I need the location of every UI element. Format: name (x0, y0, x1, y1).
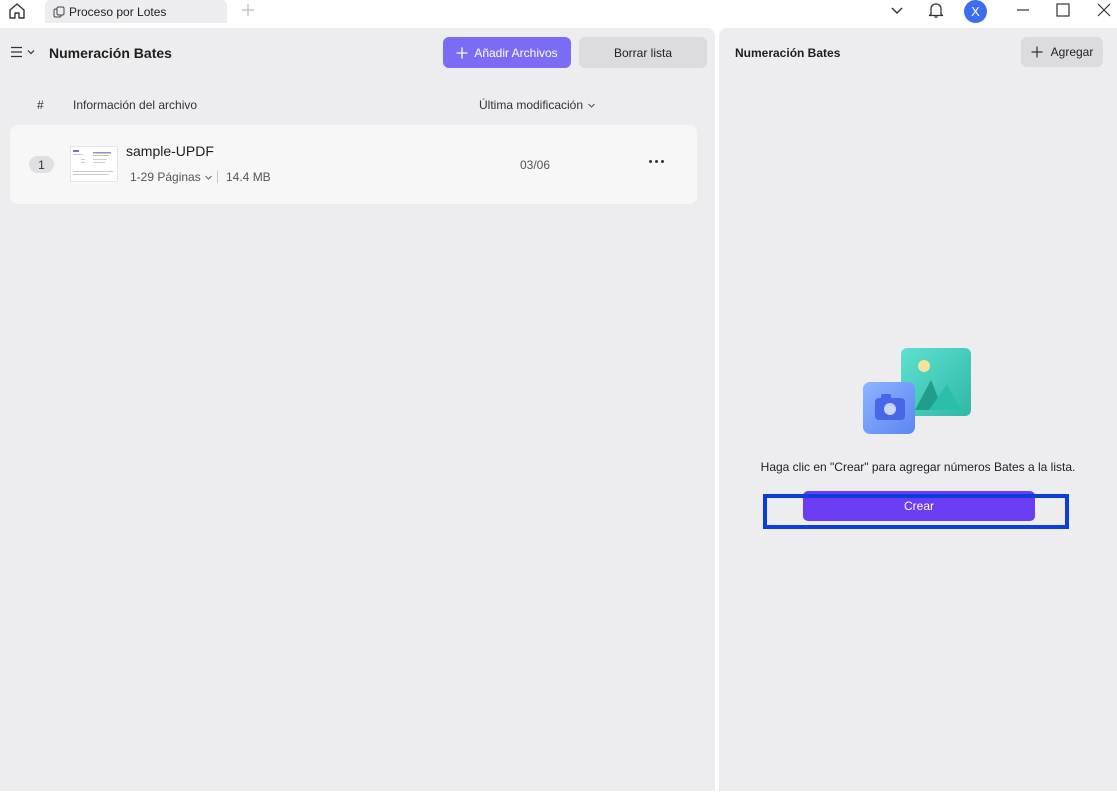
file-thumbnail (70, 146, 118, 182)
column-header-index: # (37, 98, 44, 112)
new-tab-button[interactable] (239, 1, 257, 19)
dropdown-button[interactable] (886, 0, 908, 20)
panel-title: Numeración Bates (735, 46, 841, 60)
create-label: Crear (903, 499, 934, 513)
add-files-label: Añadir Archivos (474, 45, 558, 60)
add-files-button[interactable]: Añadir Archivos (443, 37, 571, 68)
more-dot-icon (654, 159, 658, 163)
home-button[interactable] (6, 1, 28, 21)
title-bar: Proceso por Lotes X (0, 0, 1117, 28)
tab-label: Proceso por Lotes (69, 4, 167, 19)
clear-list-label: Borrar lista (613, 45, 672, 60)
menu-button[interactable] (10, 45, 36, 59)
more-options-button[interactable] (646, 155, 666, 167)
file-name: sample-UPDF (126, 143, 214, 159)
plus-icon (456, 47, 468, 58)
table-row[interactable]: 1 sample-UPDF 1-29 Páginas 14.4 MB 03/06 (10, 125, 697, 204)
create-button[interactable]: Crear (803, 491, 1035, 521)
minimize-icon (1017, 9, 1029, 11)
notifications-button[interactable] (925, 0, 947, 20)
file-size: 14.4 MB (226, 170, 271, 184)
page-range-dropdown[interactable]: 1-29 Páginas (130, 170, 213, 184)
add-bates-label: Agregar (1050, 45, 1094, 59)
row-index: 1 (29, 156, 54, 173)
avatar[interactable]: X (964, 0, 987, 23)
clear-list-button[interactable]: Borrar lista (579, 37, 707, 68)
image-gallery-icon (863, 348, 971, 434)
minimize-button[interactable] (1012, 0, 1034, 20)
divider (217, 171, 218, 183)
column-header-modified-label: Última modificación (479, 98, 584, 112)
more-dot-icon (648, 159, 652, 163)
bell-icon (928, 3, 944, 18)
maximize-icon (1056, 3, 1070, 17)
add-bates-button[interactable]: Agregar (1021, 37, 1103, 67)
page-range-label: 1-29 Páginas (130, 170, 201, 184)
maximize-button[interactable] (1052, 0, 1074, 20)
bottom-edge (0, 791, 1117, 796)
chevron-down-icon (204, 175, 212, 180)
more-dot-icon (660, 159, 664, 163)
batch-icon (53, 6, 65, 18)
bates-settings-panel: Numeración Bates Agregar Haga clic en "C… (719, 28, 1117, 791)
chevron-down-icon (27, 50, 35, 55)
home-icon (9, 3, 25, 19)
tab-batch-process[interactable]: Proceso por Lotes (45, 0, 227, 23)
column-header-modified[interactable]: Última modificación (479, 98, 596, 112)
menu-icon (11, 46, 22, 58)
column-header-info: Información del archivo (73, 98, 198, 112)
page-title: Numeración Bates (49, 45, 172, 61)
chevron-down-icon (588, 103, 595, 108)
avatar-initial: X (971, 4, 980, 19)
empty-state-illustration (863, 346, 973, 436)
file-list-panel: Numeración Bates Añadir Archivos Borrar … (0, 28, 715, 791)
file-modified-date: 03/06 (520, 158, 551, 172)
close-button[interactable] (1093, 0, 1115, 20)
plus-icon (1031, 46, 1043, 58)
chevron-down-icon (891, 7, 903, 14)
plus-icon (242, 4, 254, 16)
empty-state-hint: Haga clic en "Crear" para agregar número… (760, 460, 1076, 474)
close-icon (1097, 3, 1111, 17)
